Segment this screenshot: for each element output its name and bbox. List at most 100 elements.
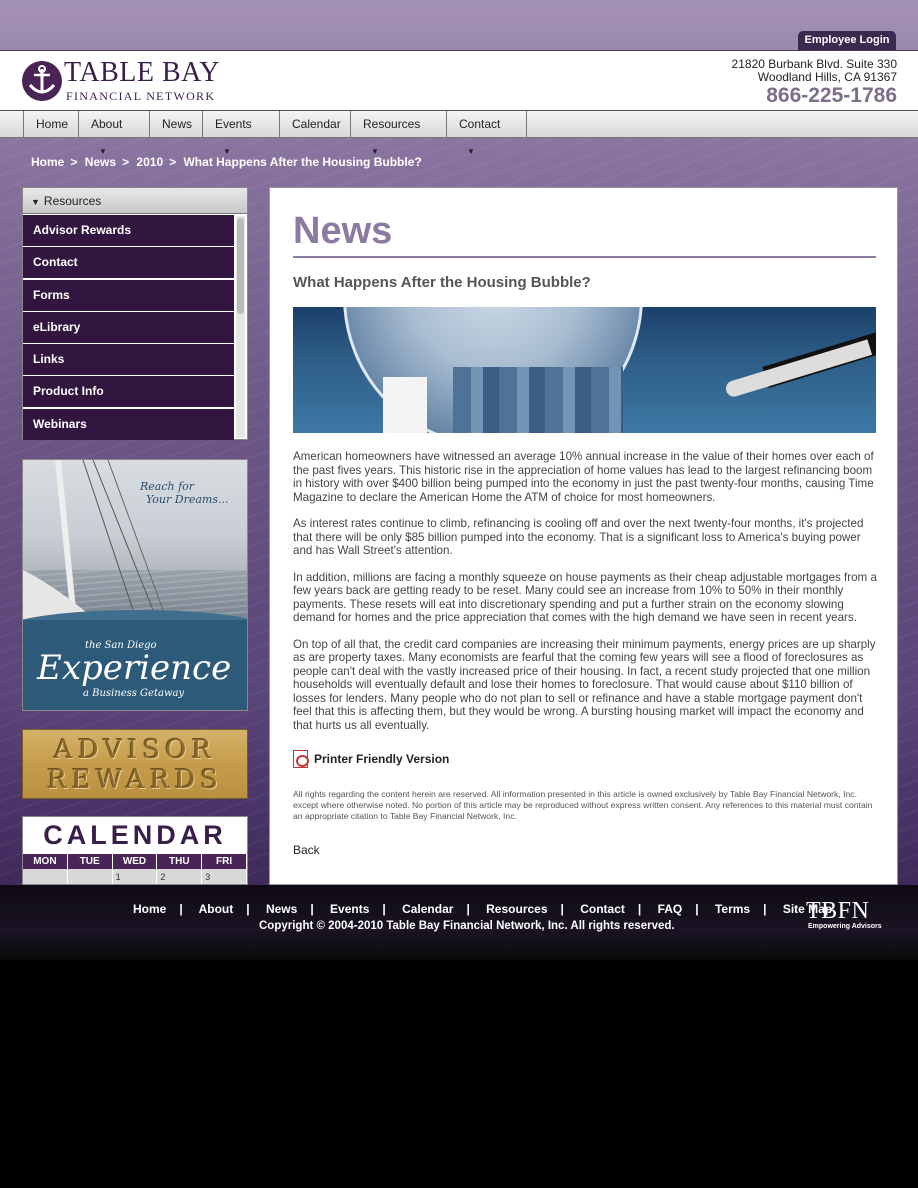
footer-link-about[interactable]: About xyxy=(199,902,234,916)
footer-link-resources[interactable]: Resources xyxy=(486,902,547,916)
footer-links: Home | About | News | Events | Calendar | Res… xyxy=(133,902,832,916)
nav-item-events[interactable]: Events▼ xyxy=(203,111,280,156)
rights-notice: All rights regarding the content herein … xyxy=(293,789,873,821)
nav-item-about[interactable]: About▼ xyxy=(79,111,150,156)
footer-link-faq[interactable]: FAQ xyxy=(658,902,683,916)
nav-label: Events xyxy=(215,117,252,131)
footer-link-terms[interactable]: Terms xyxy=(715,902,750,916)
article-paragraph: American homeowners have witnessed an av… xyxy=(293,450,874,504)
site-header: TABLE BAY FINANCIAL NETWORK 21820 Burban… xyxy=(0,50,918,110)
nav-label: News xyxy=(162,117,193,131)
sidebar-item-advisor-rewards[interactable]: Advisor Rewards xyxy=(23,215,234,246)
footer-separator: | xyxy=(246,902,250,916)
footer-separator: | xyxy=(763,902,767,916)
footer-link-home[interactable]: Home xyxy=(133,902,166,916)
calendar-title: CALENDAR xyxy=(43,820,227,850)
nav-label: Contact xyxy=(459,117,501,131)
title-divider xyxy=(293,256,876,258)
footer-link-contact[interactable]: Contact xyxy=(580,902,625,916)
house-graphic xyxy=(383,377,427,433)
sidebar-resources-menu: ▼ Resources Advisor Rewards Contact Forms… xyxy=(22,187,248,440)
copyright: Copyright © 2004-2010 Table Bay Financia… xyxy=(259,920,675,932)
promo-advisor-rewards[interactable]: ADVISOR REWARDS xyxy=(22,729,248,799)
footer-tagline: Empowering Advisors xyxy=(808,923,882,930)
rewards-line1: ADVISOR xyxy=(54,735,216,765)
sidebar-item-links[interactable]: Links xyxy=(23,344,234,376)
footer-separator: | xyxy=(382,902,386,916)
nav-item-calendar[interactable]: Calendar xyxy=(280,111,351,138)
breadcrumb: Home > News > 2010 > What Happens After the… xyxy=(31,155,426,169)
calendar-day: THU xyxy=(157,854,203,869)
logo-wordmark[interactable]: TABLE BAY xyxy=(64,57,220,89)
article-paragraph: On top of all that, the credit card comp… xyxy=(293,637,876,732)
footer-link-news[interactable]: News xyxy=(266,902,297,916)
nav-item-resources[interactable]: Resources▼ xyxy=(351,111,447,156)
sidebar-item-elibrary[interactable]: eLibrary xyxy=(23,311,234,343)
sidebar-item-contact[interactable]: Contact xyxy=(23,247,234,279)
article-body: American homeowners have witnessed an av… xyxy=(293,450,877,745)
sidebar-scrollbar[interactable] xyxy=(236,216,245,438)
nav-label: Calendar xyxy=(292,117,341,131)
promo-calendar[interactable]: CALENDAR MON TUE WED THU FRI 1 2 3 xyxy=(22,816,248,885)
rewards-line2: REWARDS xyxy=(47,765,223,795)
breadcrumb-news[interactable]: News xyxy=(85,155,116,169)
city-blocks-graphic xyxy=(453,367,623,433)
main-content: News What Happens After the Housing Bubb… xyxy=(269,187,898,885)
printer-friendly-label: Printer Friendly Version xyxy=(314,752,450,766)
breadcrumb-year[interactable]: 2010 xyxy=(136,155,163,169)
sidebar-header-label: Resources xyxy=(43,194,102,208)
article-title: What Happens After the Housing Bubble? xyxy=(293,274,591,291)
calendar-days-row: MON TUE WED THU FRI xyxy=(23,854,247,869)
anchor-logo-icon[interactable] xyxy=(22,61,62,101)
main-nav: Home About▼ News Events▼ Calendar Resour… xyxy=(0,110,918,156)
nav-item-news[interactable]: News xyxy=(150,111,203,138)
breadcrumb-separator: > xyxy=(122,155,130,169)
sidebar-item-product-info[interactable]: Product Info xyxy=(23,376,234,408)
phone-number: 866-225-1786 xyxy=(766,84,897,107)
footer-separator: | xyxy=(466,902,470,916)
article-paragraph: In addition, millions are facing a month… xyxy=(293,570,877,625)
promo-getaway-text: a Business Getaway xyxy=(83,688,185,699)
calendar-date xyxy=(67,869,113,884)
nav-label: Home xyxy=(36,117,69,131)
breadcrumb-separator: > xyxy=(70,155,78,169)
caret-down-icon: ▼ xyxy=(467,147,475,156)
footer-separator: | xyxy=(695,902,699,916)
logo-subtitle: FINANCIAL NETWORK xyxy=(66,89,216,103)
nav-label: Resources xyxy=(363,117,421,131)
calendar-date xyxy=(23,869,68,884)
breadcrumb-separator: > xyxy=(169,155,177,169)
sidebar-header[interactable]: ▼ Resources xyxy=(23,188,247,214)
scrollbar-thumb[interactable] xyxy=(237,218,244,314)
footer-link-calendar[interactable]: Calendar xyxy=(402,902,453,916)
printer-friendly-link[interactable]: Printer Friendly Version xyxy=(293,750,449,768)
calendar-date: 2 xyxy=(157,869,203,884)
breadcrumb-home[interactable]: Home xyxy=(31,155,64,169)
calendar-day: TUE xyxy=(68,854,113,869)
sidebar-item-webinars[interactable]: Webinars xyxy=(23,408,234,440)
footer-separator: | xyxy=(560,902,564,916)
footer-link-events[interactable]: Events xyxy=(330,902,369,916)
pen-tip-graphic xyxy=(723,339,873,399)
nav-item-home[interactable]: Home xyxy=(24,111,79,138)
address-line1: 21820 Burbank Blvd. Suite 330 xyxy=(731,57,897,71)
footer-separator: | xyxy=(637,902,642,916)
calendar-day: MON xyxy=(23,854,68,869)
calendar-date: 1 xyxy=(112,869,158,884)
nav-label: About xyxy=(91,117,123,131)
back-link[interactable]: Back xyxy=(293,843,320,857)
footer-logo[interactable]: TBFN xyxy=(806,898,869,925)
promo-experience-text: Experience xyxy=(37,648,232,688)
page-title: News xyxy=(293,210,393,252)
employee-login-button[interactable]: Employee Login xyxy=(798,31,896,50)
article-hero-image xyxy=(293,307,876,433)
footer-separator: | xyxy=(310,902,314,916)
footer-separator: | xyxy=(179,902,183,916)
sidebar-item-forms[interactable]: Forms xyxy=(23,279,234,311)
nav-item-contact[interactable]: Contact ▼ xyxy=(447,111,527,156)
calendar-date: 3 xyxy=(202,869,247,884)
triangle-down-icon: ▼ xyxy=(31,197,40,207)
promo-san-diego-experience[interactable]: Reach for Your Dreams... the San Diego Ex… xyxy=(22,459,248,711)
article-paragraph: As interest rates continue to climb, ref… xyxy=(293,517,864,557)
calendar-dates-row: 1 2 3 xyxy=(23,869,247,884)
